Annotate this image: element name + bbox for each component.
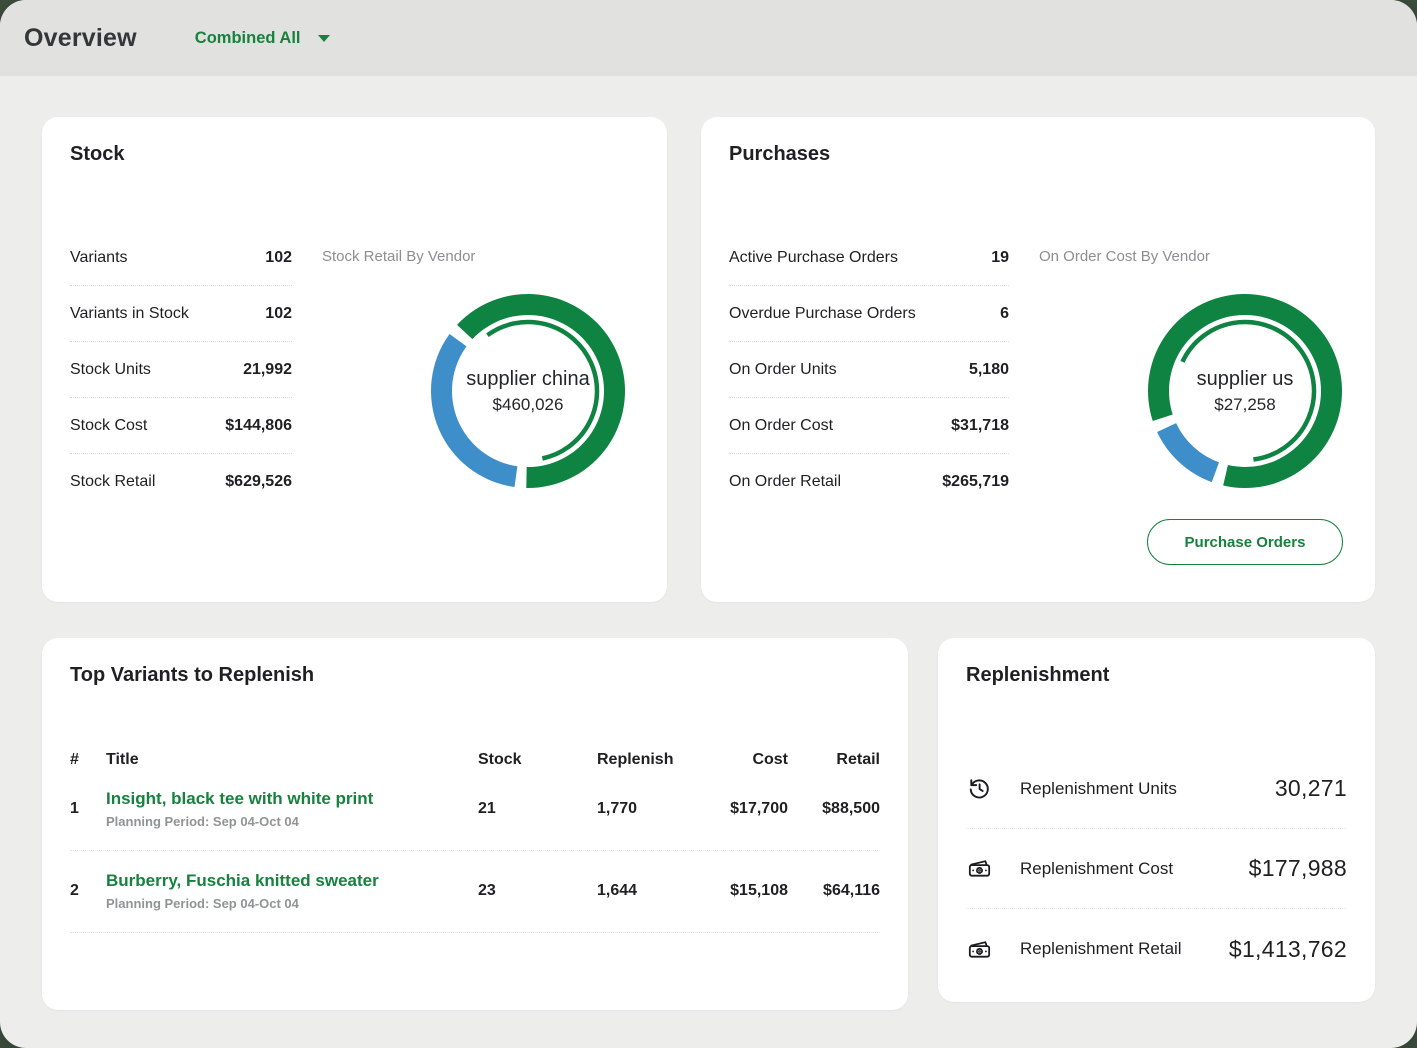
page-title: Overview — [24, 24, 137, 53]
col-retail: Retail — [788, 751, 880, 769]
col-stock: Stock — [478, 751, 597, 769]
top-bar: Overview Combined All — [0, 0, 1417, 76]
cell-replenish: 1,770 — [597, 800, 711, 818]
stat-row-on-order-retail: On Order Retail $265,719 — [729, 454, 1009, 510]
page-content: Stock Variants 102 Variants in Stock 102… — [0, 76, 1417, 1010]
cell-retail: $88,500 — [788, 800, 880, 818]
table-row: 2 Burberry, Fuschia knitted sweater Plan… — [70, 851, 880, 933]
col-cost: Cost — [711, 751, 788, 769]
donut-inner-highlight — [487, 322, 597, 458]
replenishment-cost-row: Replenishment Cost $177,988 — [966, 829, 1347, 909]
money-icon — [966, 936, 993, 963]
donut-inner-highlight — [1182, 322, 1314, 459]
purchases-donut-chart: supplier us $27,258 — [1145, 291, 1345, 491]
col-title: Title — [106, 751, 478, 769]
stat-row-on-order-cost: On Order Cost $31,718 — [729, 398, 1009, 454]
planning-period: Planning Period: Sep 04-Oct 04 — [106, 814, 478, 829]
planning-period: Planning Period: Sep 04-Oct 04 — [106, 896, 478, 911]
cell-retail: $64,116 — [788, 882, 880, 900]
stat-row-variants: Variants 102 — [70, 230, 292, 286]
replenishment-title: Replenishment — [966, 664, 1347, 687]
stock-stats-list: Variants 102 Variants in Stock 102 Stock… — [70, 230, 292, 510]
chevron-down-icon — [318, 35, 330, 42]
donut-segment — [431, 334, 517, 487]
row-title-cell: Burberry, Fuschia knitted sweater Planni… — [106, 871, 478, 911]
col-rank: # — [70, 751, 106, 769]
table-header-row: # Title Stock Replenish Cost Retail — [70, 751, 880, 769]
stat-row-stock-cost: Stock Cost $144,806 — [70, 398, 292, 454]
stock-card: Stock Variants 102 Variants in Stock 102… — [42, 117, 667, 602]
cell-stock: 23 — [478, 882, 597, 900]
scope-dropdown[interactable]: Combined All — [195, 29, 330, 48]
purchase-orders-button[interactable]: Purchase Orders — [1147, 519, 1343, 565]
cell-cost: $17,700 — [711, 800, 788, 818]
purchases-card: Purchases Active Purchase Orders 19 Over… — [701, 117, 1375, 602]
stock-donut-chart: supplier china $460,026 — [428, 291, 628, 491]
replenishment-units-row: Replenishment Units 30,271 — [966, 749, 1347, 829]
cell-replenish: 1,644 — [597, 882, 711, 900]
stat-row-active-pos: Active Purchase Orders 19 — [729, 230, 1009, 286]
cell-stock: 21 — [478, 800, 597, 818]
cell-cost: $15,108 — [711, 882, 788, 900]
purchases-chart-title: On Order Cost By Vendor — [1039, 248, 1347, 265]
stock-chart-title: Stock Retail By Vendor — [322, 248, 639, 265]
replenishment-retail-row: Replenishment Retail $1,413,762 — [966, 909, 1347, 989]
table-row: 1 Insight, black tee with white print Pl… — [70, 769, 880, 851]
replenishment-list: Replenishment Units 30,271 Replenishment… — [966, 749, 1347, 989]
product-link[interactable]: Burberry, Fuschia knitted sweater — [106, 871, 478, 891]
stock-donut-svg — [428, 291, 628, 491]
top-variants-card: Top Variants to Replenish # Title Stock … — [42, 638, 908, 1010]
stat-row-variants-in-stock: Variants in Stock 102 — [70, 286, 292, 342]
col-replenish: Replenish — [597, 751, 711, 769]
purchases-card-title: Purchases — [729, 143, 1347, 166]
row-title-cell: Insight, black tee with white print Plan… — [106, 789, 478, 829]
top-variants-title: Top Variants to Replenish — [70, 664, 880, 687]
stat-row-stock-retail: Stock Retail $629,526 — [70, 454, 292, 510]
money-icon — [966, 855, 993, 882]
stock-card-title: Stock — [70, 143, 639, 166]
row-rank: 1 — [70, 800, 106, 818]
product-link[interactable]: Insight, black tee with white print — [106, 789, 478, 809]
row-rank: 2 — [70, 882, 106, 900]
purchases-donut-svg — [1145, 291, 1345, 491]
app-window: Overview Combined All Stock Variants 102 — [0, 0, 1417, 1048]
stat-row-on-order-units: On Order Units 5,180 — [729, 342, 1009, 398]
history-icon — [966, 775, 993, 802]
replenishment-card: Replenishment Replenishment Units 30,271 — [938, 638, 1375, 1002]
stat-row-stock-units: Stock Units 21,992 — [70, 342, 292, 398]
purchases-stats-list: Active Purchase Orders 19 Overdue Purcha… — [729, 230, 1009, 565]
scope-dropdown-label: Combined All — [195, 29, 301, 48]
donut-segment — [1157, 423, 1219, 482]
stat-row-overdue-pos: Overdue Purchase Orders 6 — [729, 286, 1009, 342]
